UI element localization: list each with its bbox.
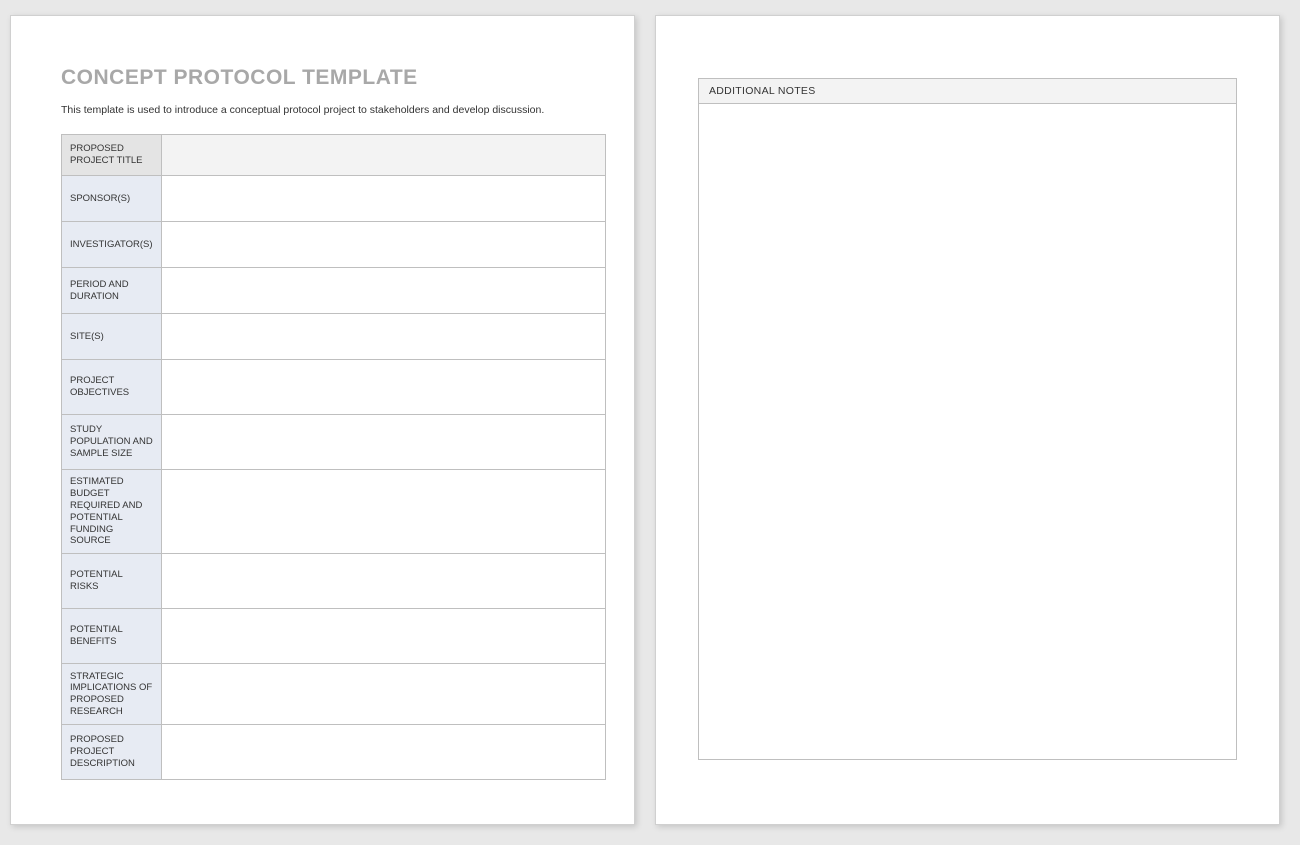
document-canvas: CONCEPT PROTOCOL TEMPLATE This template …: [0, 0, 1300, 840]
row-label: STUDY POPULATION AND SAMPLE SIZE: [62, 415, 162, 470]
row-field[interactable]: [162, 360, 606, 415]
row-field[interactable]: [162, 725, 606, 780]
table-row: ESTIMATED BUDGET REQUIRED AND POTENTIAL …: [62, 470, 606, 554]
page-2: ADDITIONAL NOTES: [655, 15, 1280, 825]
row-field[interactable]: [162, 314, 606, 360]
table-row: SPONSOR(S): [62, 176, 606, 222]
table-row: POTENTIAL RISKS: [62, 554, 606, 609]
row-label: SPONSOR(S): [62, 176, 162, 222]
row-label: POTENTIAL RISKS: [62, 554, 162, 609]
table-row: STUDY POPULATION AND SAMPLE SIZE: [62, 415, 606, 470]
row-field[interactable]: [162, 470, 606, 554]
table-row: INVESTIGATOR(S): [62, 222, 606, 268]
row-label: PERIOD AND DURATION: [62, 268, 162, 314]
table-row: POTENTIAL BENEFITS: [62, 609, 606, 664]
protocol-form-table: PROPOSED PROJECT TITLE SPONSOR(S) INVEST…: [61, 134, 606, 780]
row-label: PROPOSED PROJECT TITLE: [62, 135, 162, 176]
row-field[interactable]: [162, 135, 606, 176]
table-row: PROPOSED PROJECT TITLE: [62, 135, 606, 176]
row-field[interactable]: [162, 222, 606, 268]
table-row: PROPOSED PROJECT DESCRIPTION: [62, 725, 606, 780]
row-field[interactable]: [162, 664, 606, 725]
row-field[interactable]: [162, 609, 606, 664]
row-field[interactable]: [162, 415, 606, 470]
row-field[interactable]: [162, 176, 606, 222]
row-field[interactable]: [162, 268, 606, 314]
table-row: SITE(S): [62, 314, 606, 360]
row-label: INVESTIGATOR(S): [62, 222, 162, 268]
additional-notes-box: ADDITIONAL NOTES: [698, 78, 1237, 760]
row-label: STRATEGIC IMPLICATIONS OF PROPOSED RESEA…: [62, 664, 162, 725]
row-label: ESTIMATED BUDGET REQUIRED AND POTENTIAL …: [62, 470, 162, 554]
row-label: PROPOSED PROJECT DESCRIPTION: [62, 725, 162, 780]
document-intro: This template is used to introduce a con…: [61, 104, 604, 116]
additional-notes-field[interactable]: [699, 104, 1236, 759]
additional-notes-heading: ADDITIONAL NOTES: [699, 79, 1236, 104]
row-label: PROJECT OBJECTIVES: [62, 360, 162, 415]
table-row: STRATEGIC IMPLICATIONS OF PROPOSED RESEA…: [62, 664, 606, 725]
table-row: PROJECT OBJECTIVES: [62, 360, 606, 415]
document-title: CONCEPT PROTOCOL TEMPLATE: [61, 66, 604, 90]
row-field[interactable]: [162, 554, 606, 609]
row-label: SITE(S): [62, 314, 162, 360]
table-row: PERIOD AND DURATION: [62, 268, 606, 314]
page-1: CONCEPT PROTOCOL TEMPLATE This template …: [10, 15, 635, 825]
row-label: POTENTIAL BENEFITS: [62, 609, 162, 664]
